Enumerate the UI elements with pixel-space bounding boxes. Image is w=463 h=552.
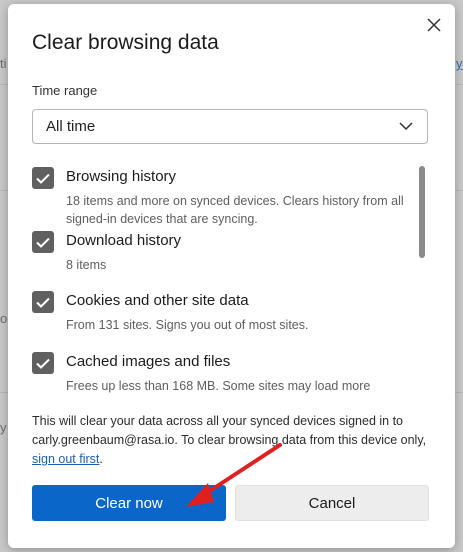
cancel-button[interactable]: Cancel — [235, 485, 429, 521]
background-text-fragment: ti — [0, 56, 7, 71]
time-range-value: All time — [46, 118, 96, 135]
checkmark-icon — [36, 297, 50, 308]
checkmark-icon — [36, 237, 50, 248]
item-title: Browsing history — [66, 168, 177, 185]
item-description: 8 items — [66, 258, 107, 272]
sync-notice: This will clear your data across all you… — [32, 412, 434, 469]
chevron-down-icon — [399, 122, 413, 131]
checkmark-icon — [36, 173, 50, 184]
notice-end: . — [99, 452, 103, 466]
download-history-checkbox[interactable] — [32, 231, 54, 253]
browsing-history-checkbox[interactable] — [32, 167, 54, 189]
dialog-title: Clear browsing data — [32, 31, 219, 54]
checkmark-icon — [36, 358, 50, 369]
close-icon — [427, 18, 441, 32]
clear-now-button[interactable]: Clear now — [32, 485, 226, 521]
item-description: 18 items and more on synced devices. Cle… — [66, 194, 404, 226]
cached-images-checkbox[interactable] — [32, 352, 54, 374]
clear-browsing-data-dialog: Clear browsing data Time range All time … — [8, 4, 455, 548]
item-title: Cookies and other site data — [66, 292, 249, 309]
notice-text: This will clear your data across all you… — [32, 414, 427, 447]
background-text-fragment: o — [0, 311, 8, 326]
item-description: Frees up less than 168 MB. Some sites ma… — [66, 379, 371, 393]
data-types-list[interactable]: Browsing history 18 items and more on sy… — [32, 164, 412, 396]
time-range-select[interactable]: All time — [32, 109, 428, 144]
cookies-checkbox[interactable] — [32, 291, 54, 313]
item-title: Download history — [66, 232, 182, 249]
item-description: From 131 sites. Signs you out of most si… — [66, 318, 309, 332]
background-text-fragment: y — [0, 420, 7, 435]
time-range-label: Time range — [32, 83, 98, 98]
item-title: Cached images and files — [66, 353, 231, 370]
close-button[interactable] — [423, 14, 445, 36]
list-scrollbar-thumb[interactable] — [419, 166, 425, 258]
sign-out-link[interactable]: sign out first — [32, 452, 99, 466]
background-link-fragment[interactable]: y — [456, 56, 463, 71]
